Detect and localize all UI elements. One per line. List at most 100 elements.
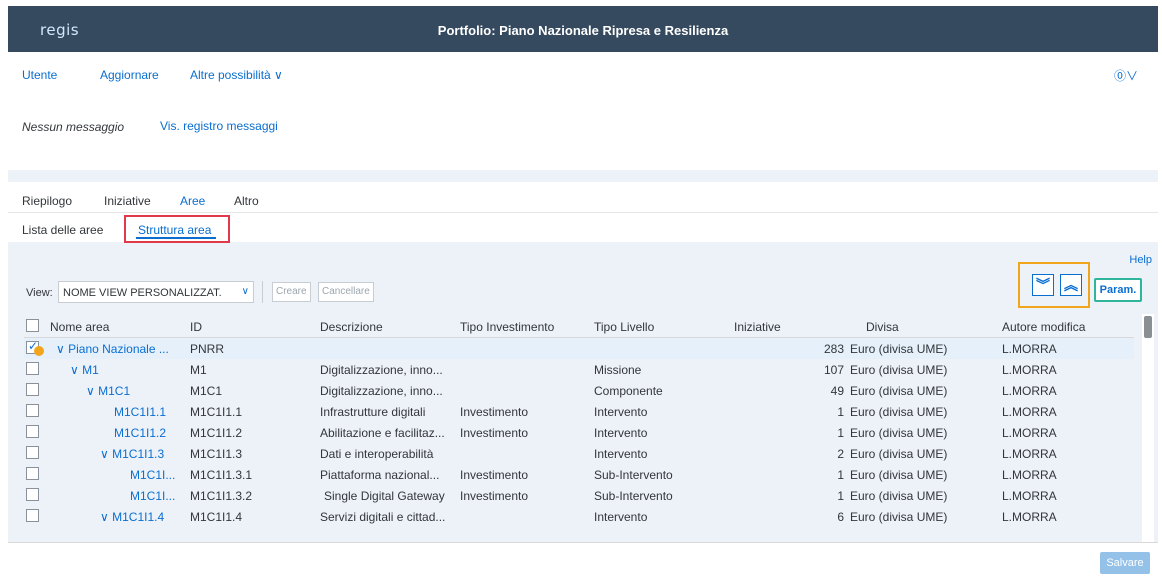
- cell-id: M1C1I1.2: [190, 426, 243, 440]
- subtab-lista-aree[interactable]: Lista delle aree: [22, 223, 103, 237]
- app-title: Portfolio: Piano Nazionale Ripresa e Res…: [437, 23, 729, 38]
- select-all-checkbox[interactable]: [26, 319, 39, 332]
- row-checkbox[interactable]: [26, 446, 39, 459]
- cell-descrizione: Digitalizzazione, inno...: [320, 363, 443, 377]
- table-row[interactable]: ∨ M1C1I1.4 M1C1I1.4 Servizi digitali e c…: [24, 506, 1134, 527]
- table-row[interactable]: ∨ M1 M1 Digitalizzazione, inno... Missio…: [24, 359, 1134, 380]
- cell-divisa: Euro (divisa UME): [850, 405, 948, 419]
- footer-bar: Salvare: [8, 542, 1158, 579]
- cell-divisa: Euro (divisa UME): [850, 363, 948, 377]
- table-row[interactable]: ∨ M1C1 M1C1 Digitalizzazione, inno... Co…: [24, 380, 1134, 401]
- cell-descrizione: Abilitazione e facilitaz...: [320, 426, 445, 440]
- view-select[interactable]: NOME VIEW PERSONALIZZAT. ∨: [58, 281, 254, 303]
- cell-descrizione: Dati e interoperabilità: [320, 447, 434, 461]
- table-row[interactable]: ∨ Piano Nazionale ... PNRR 283 Euro (div…: [24, 338, 1134, 359]
- cell-id: M1C1: [190, 384, 223, 398]
- header-nome-area[interactable]: Nome area: [50, 320, 109, 334]
- mouse-cursor-icon: [34, 346, 44, 356]
- cell-descrizione: Piattaforma nazional...: [320, 468, 440, 482]
- header-iniziative[interactable]: Iniziative: [734, 320, 781, 334]
- cell-tipo-investimento: Investimento: [460, 405, 529, 419]
- header-id[interactable]: ID: [190, 320, 202, 334]
- chevron-down-icon: ∨: [241, 286, 249, 297]
- cell-nome-area[interactable]: M1C1I...: [130, 489, 175, 503]
- cell-nome-area[interactable]: M1C1I1.1: [114, 405, 166, 419]
- aggiornare-button[interactable]: Aggiornare: [100, 68, 159, 82]
- table-row[interactable]: M1C1I1.1 M1C1I1.1 Infrastrutture digital…: [24, 401, 1134, 422]
- row-checkbox[interactable]: [26, 383, 39, 396]
- message-log-link[interactable]: Vis. registro messaggi: [160, 119, 278, 133]
- cell-autore: L.MORRA: [1002, 384, 1057, 398]
- cell-tipo-investimento: Investimento: [460, 489, 529, 503]
- collapse-all-icon[interactable]: ︽: [1060, 274, 1082, 296]
- table-scrollbar[interactable]: [1142, 314, 1154, 544]
- table-header: Nome area ID Descrizione Tipo Investimen…: [24, 314, 1134, 338]
- table-row[interactable]: M1C1I... M1C1I1.3.1 Piattaforma nazional…: [24, 464, 1134, 485]
- header-descrizione[interactable]: Descrizione: [320, 320, 383, 334]
- cell-tipo-livello: Sub-Intervento: [594, 489, 673, 503]
- tab-aree[interactable]: Aree: [180, 194, 205, 208]
- row-checkbox[interactable]: [26, 362, 39, 375]
- cell-id: M1C1I1.4: [190, 510, 243, 524]
- cell-nome-area[interactable]: ∨ Piano Nazionale ...: [56, 342, 169, 356]
- table-row[interactable]: M1C1I1.2 M1C1I1.2 Abilitazione e facilit…: [24, 422, 1134, 443]
- cell-tipo-livello: Intervento: [594, 510, 648, 524]
- utente-button[interactable]: Utente: [22, 68, 57, 82]
- header-divisa[interactable]: Divisa: [866, 320, 899, 334]
- cell-tipo-livello: Missione: [594, 363, 642, 377]
- cell-id: M1C1I1.1: [190, 405, 243, 419]
- table-row[interactable]: M1C1I... M1C1I1.3.2 Single Digital Gatew…: [24, 485, 1134, 506]
- top-toolbar: Utente Aggiornare Altre possibilità ∨ ⓪∨: [8, 52, 1158, 92]
- param-button[interactable]: Param.: [1094, 278, 1142, 302]
- cell-id: M1: [190, 363, 207, 377]
- help-menu-icon[interactable]: ⓪∨: [1114, 67, 1138, 84]
- cell-tipo-livello: Intervento: [594, 447, 648, 461]
- delete-button[interactable]: Cancellare: [318, 282, 374, 302]
- subtab-bar: Lista delle aree Struttura area: [8, 212, 1158, 243]
- cell-autore: L.MORRA: [1002, 342, 1057, 356]
- cell-nome-area[interactable]: ∨ M1C1: [86, 384, 130, 398]
- row-checkbox[interactable]: [26, 425, 39, 438]
- header-autore-modifica[interactable]: Autore modifica: [1002, 320, 1085, 334]
- tab-riepilogo[interactable]: Riepilogo: [22, 194, 72, 208]
- toolbar-separator: [262, 281, 263, 303]
- cell-autore: L.MORRA: [1002, 405, 1057, 419]
- cell-id: M1C1I1.3.1: [190, 468, 253, 482]
- scrollbar-thumb[interactable]: [1144, 316, 1152, 338]
- tab-iniziative[interactable]: Iniziative: [104, 194, 151, 208]
- tab-altro[interactable]: Altro: [234, 194, 259, 208]
- cell-nome-area[interactable]: ∨ M1C1I1.3: [100, 447, 164, 461]
- expand-all-icon[interactable]: ︾: [1032, 274, 1054, 296]
- cell-nome-area[interactable]: ∨ M1C1I1.4: [100, 510, 164, 524]
- subtab-underline: [136, 237, 216, 239]
- altre-possibilita-menu[interactable]: Altre possibilità ∨: [190, 68, 283, 82]
- create-button[interactable]: Creare: [272, 282, 311, 302]
- cell-autore: L.MORRA: [1002, 468, 1057, 482]
- cell-nome-area[interactable]: M1C1I1.2: [114, 426, 166, 440]
- cell-iniziative: 107: [823, 363, 844, 377]
- row-checkbox[interactable]: [26, 509, 39, 522]
- cell-autore: L.MORRA: [1002, 447, 1057, 461]
- subtab-struttura-area[interactable]: Struttura area: [124, 215, 230, 243]
- no-message-text: Nessun messaggio: [22, 120, 125, 134]
- row-checkbox[interactable]: [26, 488, 39, 501]
- cell-nome-area[interactable]: M1C1I...: [130, 468, 175, 482]
- cell-tipo-livello: Componente: [594, 384, 663, 398]
- cell-descrizione: Single Digital Gateway: [324, 489, 445, 503]
- header-tipo-investimento[interactable]: Tipo Investimento: [460, 320, 554, 334]
- cell-descrizione: Digitalizzazione, inno...: [320, 384, 443, 398]
- subtab-struttura-label: Struttura area: [138, 223, 212, 237]
- row-checkbox[interactable]: [26, 404, 39, 417]
- help-link[interactable]: Help: [1129, 254, 1152, 266]
- cell-descrizione: Infrastrutture digitali: [320, 405, 426, 419]
- header-tipo-livello[interactable]: Tipo Livello: [594, 320, 654, 334]
- tab-bar: Riepilogo Iniziative Aree Altro: [8, 182, 1158, 219]
- cell-tipo-investimento: Investimento: [460, 426, 529, 440]
- message-bar: Nessun messaggio Vis. registro messaggi: [8, 92, 1158, 170]
- row-checkbox[interactable]: [26, 467, 39, 480]
- cell-tipo-livello: Intervento: [594, 405, 648, 419]
- expand-collapse-group: ︾ ︽: [1018, 262, 1090, 308]
- save-button[interactable]: Salvare: [1100, 552, 1150, 574]
- cell-nome-area[interactable]: ∨ M1: [70, 363, 99, 377]
- table-row[interactable]: ∨ M1C1I1.3 M1C1I1.3 Dati e interoperabil…: [24, 443, 1134, 464]
